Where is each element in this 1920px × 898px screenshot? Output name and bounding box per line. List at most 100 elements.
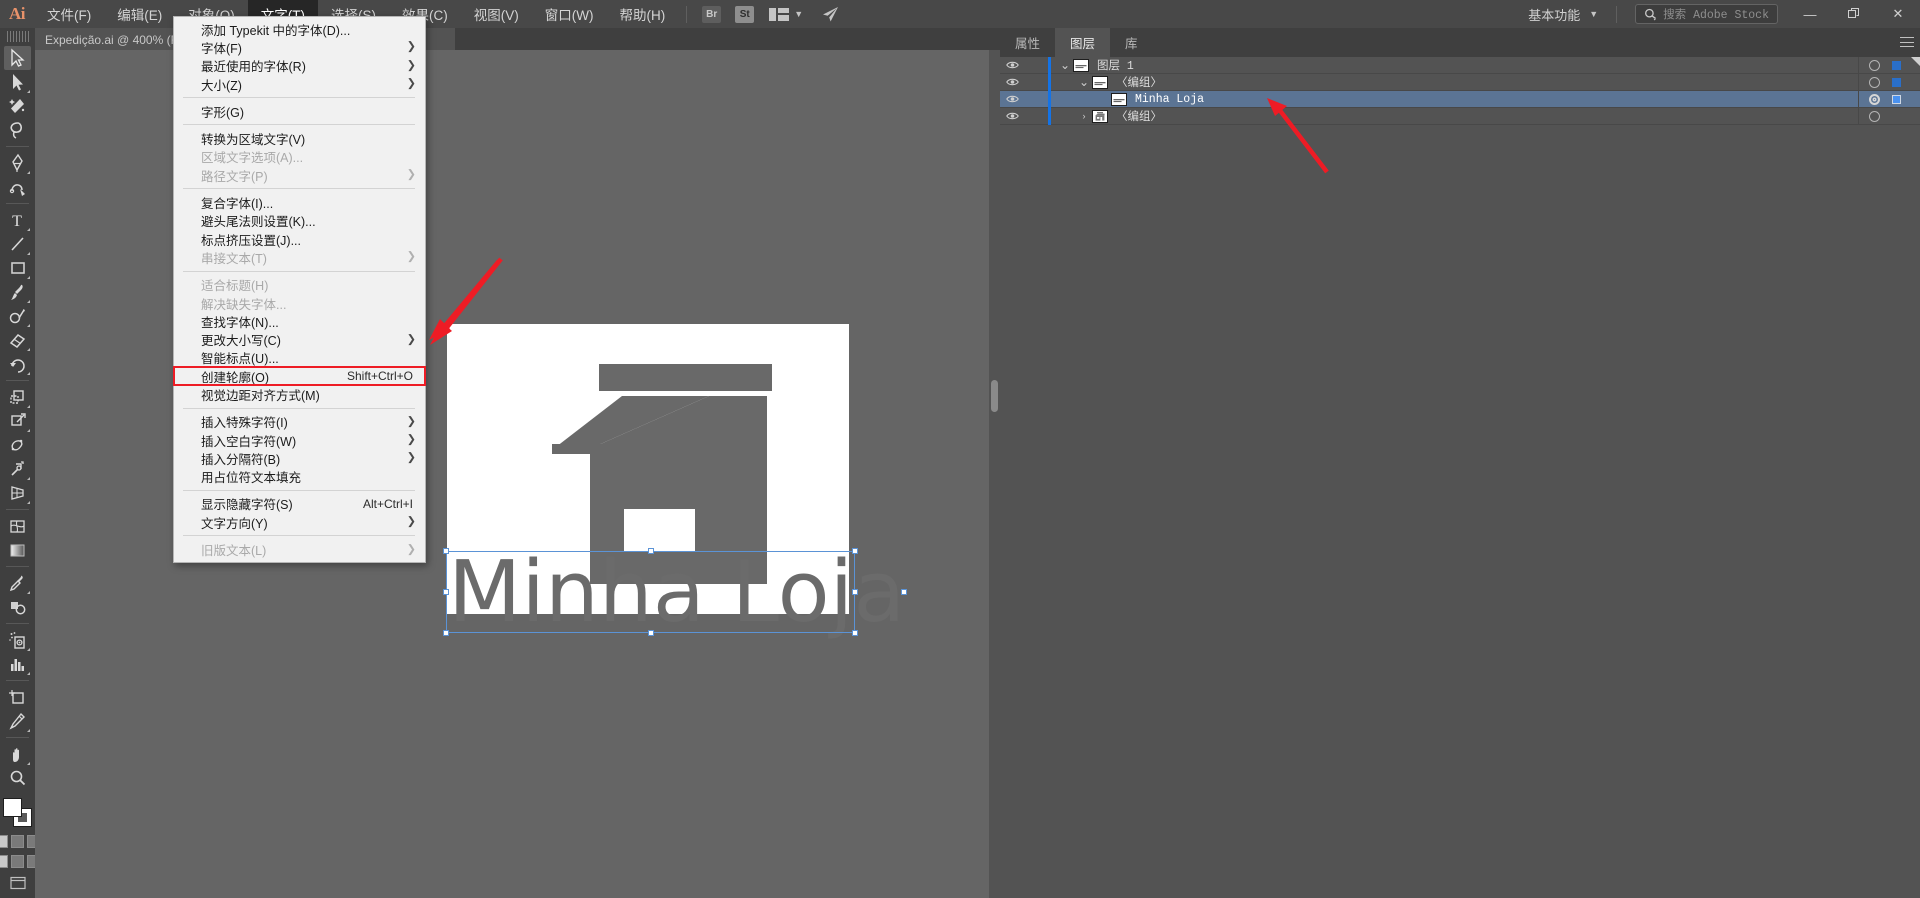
stock-badge-icon[interactable]: St <box>728 0 761 28</box>
mesh-tool[interactable] <box>4 514 31 538</box>
layer-target-circle-icon[interactable] <box>1869 111 1880 122</box>
menu-item-7[interactable]: 转换为区域文字(V) <box>174 129 425 147</box>
direct-selection-tool[interactable] <box>4 70 31 94</box>
draw-behind-button[interactable] <box>11 855 24 868</box>
menu-item-0[interactable]: 添加 Typekit 中的字体(D)... <box>174 20 425 38</box>
layer-row[interactable]: Minha Loja <box>1000 90 1920 108</box>
menu-item-3[interactable]: 大小(Z) ❯ <box>174 75 425 93</box>
layer-lock-toggle[interactable] <box>1024 91 1048 108</box>
color-button[interactable] <box>0 835 8 848</box>
layer-name[interactable]: 图层 1 <box>1097 57 1134 73</box>
minimize-button[interactable]: — <box>1788 0 1832 28</box>
layer-row[interactable]: ⌄ 〈编组〉 <box>1000 73 1920 91</box>
canvas-vertical-scrollbar[interactable] <box>989 50 1000 898</box>
layer-row[interactable]: ⌄ 图层 1 <box>1000 56 1920 74</box>
layer-target-circle-icon[interactable] <box>1869 94 1880 105</box>
resize-handle[interactable] <box>443 548 449 554</box>
close-button[interactable]: ✕ <box>1876 0 1920 28</box>
rectangle-tool[interactable] <box>4 256 31 280</box>
shape-builder-tool[interactable] <box>4 457 31 481</box>
selection-tool[interactable] <box>4 46 31 70</box>
draw-normal-button[interactable] <box>0 855 8 868</box>
chevron-right-icon[interactable]: › <box>1076 111 1092 121</box>
toolbar-drag-grip[interactable] <box>6 31 29 42</box>
gradient-tool[interactable] <box>4 538 31 562</box>
menu-0[interactable]: 文件(F) <box>34 0 104 28</box>
slice-tool[interactable] <box>4 709 31 733</box>
menu-item-5[interactable]: 字形(G) <box>174 102 425 120</box>
resize-handle[interactable] <box>647 630 654 636</box>
menu-item-13[interactable]: 标点挤压设置(J)... <box>174 230 425 248</box>
text-menu-dropdown[interactable]: 添加 Typekit 中的字体(D)... 字体(F) ❯ 最近使用的字体(R) ❯ 大小… <box>173 16 426 563</box>
resize-handle[interactable] <box>852 548 858 554</box>
panel-tab-0[interactable]: 属性 <box>1000 28 1055 57</box>
lasso-tool[interactable] <box>4 118 31 142</box>
menu-item-18[interactable]: 查找字体(N)... <box>174 312 425 330</box>
resize-handle[interactable] <box>852 630 858 636</box>
type-tool[interactable]: T <box>4 208 31 232</box>
column-graph-tool[interactable] <box>4 652 31 676</box>
rotate-tool[interactable] <box>4 352 31 376</box>
menu-6[interactable]: 视图(V) <box>461 0 532 28</box>
curvature-tool[interactable] <box>4 175 31 199</box>
menu-item-12[interactable]: 避头尾法则设置(K)... <box>174 212 425 230</box>
workspace-switcher[interactable]: 基本功能 <box>1518 5 1584 24</box>
menu-item-26[interactable]: 插入分隔符(B) ❯ <box>174 449 425 467</box>
layer-visibility-toggle[interactable] <box>1000 74 1024 91</box>
layer-target-circle-icon[interactable] <box>1869 77 1880 88</box>
panel-tab-1[interactable]: 图层 <box>1055 28 1111 57</box>
menu-item-27[interactable]: 用占位符文本填充 <box>174 468 425 486</box>
scrollbar-thumb[interactable] <box>991 380 998 412</box>
menu-item-29[interactable]: 显示隐藏字符(S) Alt+Ctrl+I <box>174 495 425 513</box>
free-transform-tool[interactable] <box>4 433 31 457</box>
menu-item-24[interactable]: 插入特殊字符(I) ❯ <box>174 413 425 431</box>
eyedropper-tool[interactable] <box>4 571 31 595</box>
menu-item-22[interactable]: 视觉边距对齐方式(M) <box>174 385 425 403</box>
gradient-button[interactable] <box>11 835 24 848</box>
paintbrush-tool[interactable] <box>4 280 31 304</box>
layer-name[interactable]: 〈编组〉 <box>1116 108 1162 124</box>
layers-panel-body[interactable]: ⌄ 图层 1 ⌄ 〈编组〉 Minha Loja › 〈编组〉 <box>1000 56 1920 898</box>
magic-wand-tool[interactable] <box>4 94 31 118</box>
menu-item-11[interactable]: 复合字体(I)... <box>174 193 425 211</box>
menu-item-1[interactable]: 字体(F) ❯ <box>174 38 425 56</box>
menu-7[interactable]: 窗口(W) <box>532 0 607 28</box>
layer-name[interactable]: 〈编组〉 <box>1116 74 1162 90</box>
menu-item-19[interactable]: 更改大小写(C) ❯ <box>174 330 425 349</box>
layer-lock-toggle[interactable] <box>1024 74 1048 91</box>
symbol-sprayer-tool[interactable] <box>4 628 31 652</box>
layer-visibility-toggle[interactable] <box>1000 91 1024 108</box>
resize-handle[interactable] <box>647 548 654 554</box>
eraser-tool[interactable] <box>4 328 31 352</box>
restore-button[interactable] <box>1832 0 1876 28</box>
layer-lock-toggle[interactable] <box>1024 57 1048 74</box>
pen-tool[interactable] <box>4 151 31 175</box>
chevron-down-icon[interactable]: ▼ <box>794 9 803 19</box>
layer-name[interactable]: Minha Loja <box>1135 93 1204 106</box>
screen-mode-button[interactable] <box>9 876 26 895</box>
fill-stroke-swatches[interactable] <box>2 798 33 828</box>
perspective-grid-tool[interactable] <box>4 481 31 505</box>
bridge-badge-icon[interactable]: Br <box>695 0 728 28</box>
panel-tab-2[interactable]: 库 <box>1110 28 1153 57</box>
rocket-icon[interactable] <box>811 0 849 28</box>
line-segment-tool[interactable] <box>4 232 31 256</box>
menu-item-25[interactable]: 插入空白字符(W) ❯ <box>174 431 425 449</box>
rotation-handle[interactable] <box>901 589 907 595</box>
hand-tool[interactable] <box>4 742 31 766</box>
blend-tool[interactable] <box>4 595 31 619</box>
resize-handle[interactable] <box>443 589 449 595</box>
layer-lock-toggle[interactable] <box>1024 108 1048 125</box>
arrange-documents-icon[interactable]: ▼ <box>761 0 811 28</box>
menu-1[interactable]: 编辑(E) <box>104 0 175 28</box>
layer-row[interactable]: › 〈编组〉 <box>1000 107 1920 125</box>
chevron-down-icon[interactable]: ⌄ <box>1076 75 1092 89</box>
stock-search-box[interactable]: 搜索 Adobe Stock <box>1635 4 1778 24</box>
scale-tool[interactable] <box>4 385 31 409</box>
artboard-tool[interactable] <box>4 685 31 709</box>
layer-visibility-toggle[interactable] <box>1000 57 1024 74</box>
menu-item-21[interactable]: 创建轮廓(O) Shift+Ctrl+O <box>173 366 426 387</box>
layer-visibility-toggle[interactable] <box>1000 108 1024 125</box>
panel-menu-icon[interactable] <box>1900 37 1914 47</box>
menu-item-2[interactable]: 最近使用的字体(R) ❯ <box>174 57 425 75</box>
